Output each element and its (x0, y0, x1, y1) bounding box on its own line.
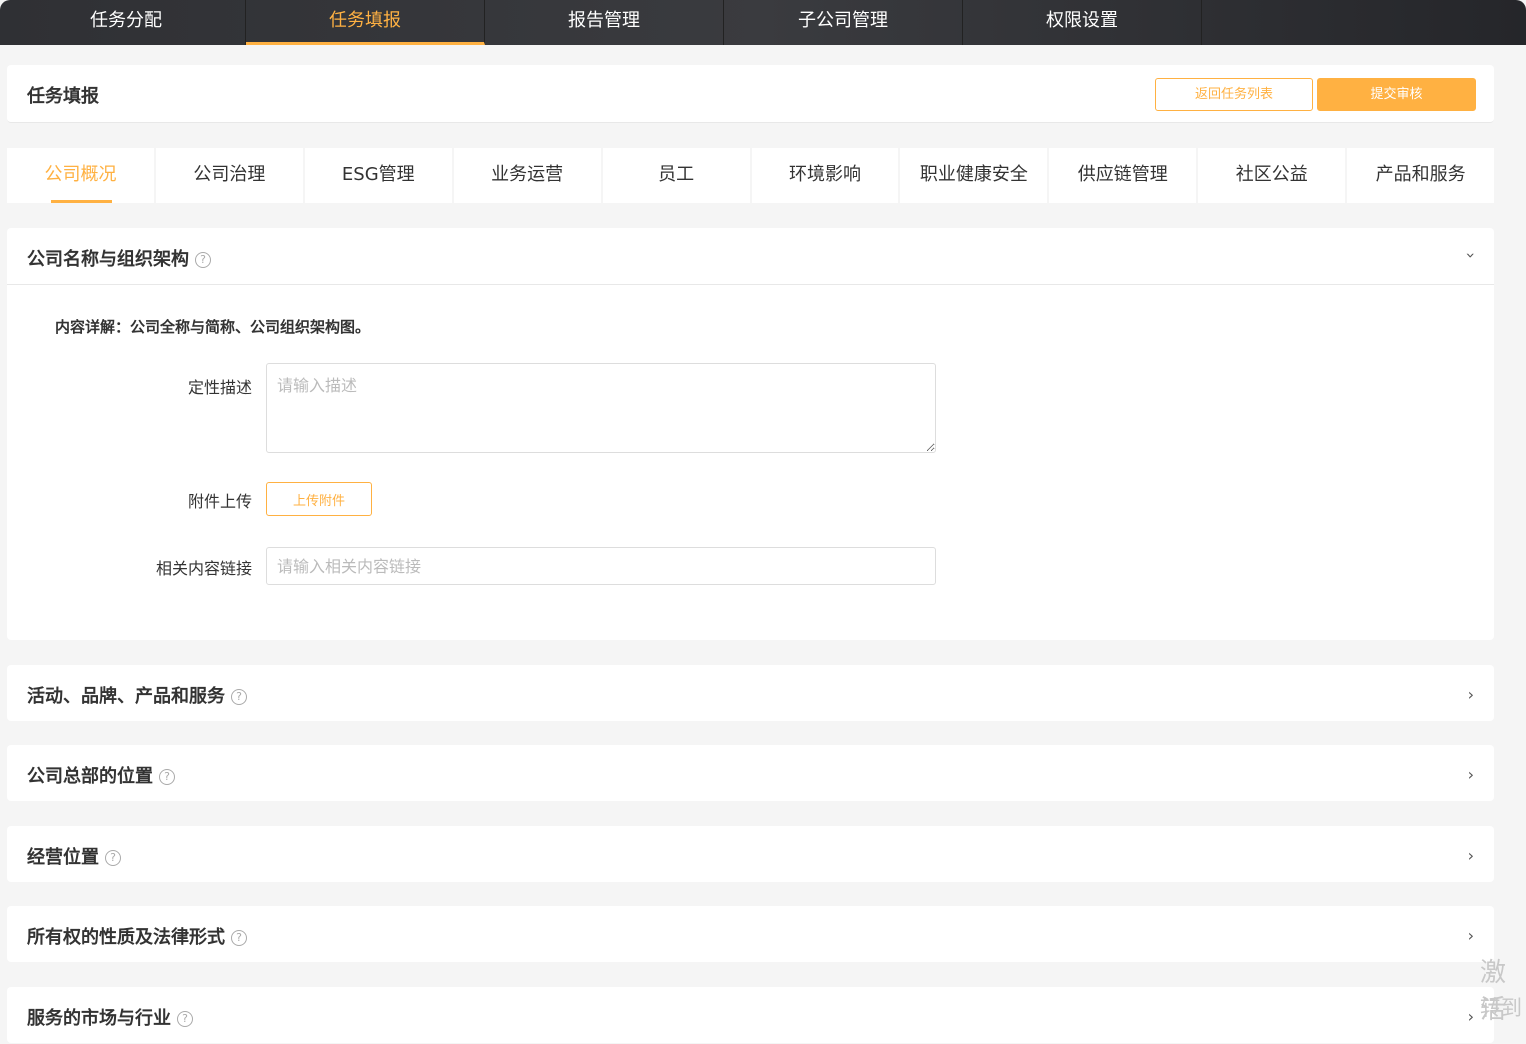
chevron-right-icon[interactable]: › (1468, 765, 1474, 784)
tab-environment[interactable]: 环境影响 (752, 148, 901, 203)
link-input[interactable] (266, 547, 936, 585)
tab-governance[interactable]: 公司治理 (156, 148, 305, 203)
section-title: 服务的市场与行业 (27, 1008, 171, 1029)
section-header[interactable]: 公司名称与组织架构? › (7, 228, 1494, 285)
tab-overview[interactable]: 公司概况 (7, 148, 156, 203)
tab-community[interactable]: 社区公益 (1198, 148, 1348, 203)
section-company-name: 公司名称与组织架构? › 内容详解：公司全称与简称、公司组织架构图。 定性描述 … (7, 228, 1494, 640)
help-icon[interactable]: ? (231, 689, 247, 705)
help-icon[interactable]: ? (195, 252, 211, 268)
section-title: 公司名称与组织架构 (27, 249, 189, 270)
help-icon[interactable]: ? (177, 1011, 193, 1027)
nav-subsidiary[interactable]: 子公司管理 (724, 0, 963, 45)
tab-operations[interactable]: 业务运营 (454, 148, 603, 203)
chevron-right-icon[interactable]: › (1468, 685, 1474, 704)
link-label: 相关内容链接 (155, 559, 252, 578)
description-textarea[interactable] (266, 363, 936, 453)
page-header: 任务填报 返回任务列表 提交审核 (7, 65, 1494, 123)
tab-products[interactable]: 产品和服务 (1347, 148, 1494, 203)
nav-task-fill[interactable]: 任务填报 (246, 0, 485, 45)
section-title: 公司总部的位置 (27, 766, 153, 787)
content-detail: 内容详解：公司全称与简称、公司组织架构图。 (55, 318, 371, 336)
section-locations[interactable]: 经营位置? › (7, 826, 1494, 882)
help-icon[interactable]: ? (159, 769, 175, 785)
top-nav: 任务分配 任务填报 报告管理 子公司管理 权限设置 (0, 0, 1526, 45)
nav-report[interactable]: 报告管理 (485, 0, 724, 45)
nav-permission[interactable]: 权限设置 (963, 0, 1202, 45)
desc-label: 定性描述 (187, 378, 252, 397)
chevron-right-icon[interactable]: › (1468, 926, 1474, 945)
tab-employees[interactable]: 员工 (603, 148, 752, 203)
chevron-right-icon[interactable]: › (1468, 1007, 1474, 1026)
section-hq[interactable]: 公司总部的位置? › (7, 745, 1494, 801)
section-title: 经营位置 (27, 847, 99, 868)
section-markets[interactable]: 服务的市场与行业? › (7, 987, 1494, 1043)
watermark-line-2: 转到 (1480, 996, 1522, 1020)
attach-label: 附件上传 (187, 492, 252, 511)
category-tabs: 公司概况 公司治理 ESG管理 业务运营 员工 环境影响 职业健康安全 供应链管… (7, 148, 1494, 203)
back-button[interactable]: 返回任务列表 (1155, 78, 1313, 111)
tab-esg[interactable]: ESG管理 (305, 148, 454, 203)
help-icon[interactable]: ? (231, 930, 247, 946)
page-title: 任务填报 (27, 86, 99, 107)
nav-task-assign[interactable]: 任务分配 (7, 0, 246, 45)
chevron-down-icon[interactable]: › (1461, 252, 1480, 258)
help-icon[interactable]: ? (105, 850, 121, 866)
section-title: 所有权的性质及法律形式 (27, 927, 225, 948)
section-title: 活动、品牌、产品和服务 (27, 686, 225, 707)
section-ownership[interactable]: 所有权的性质及法律形式? › (7, 906, 1494, 962)
tab-ohs[interactable]: 职业健康安全 (900, 148, 1050, 203)
submit-button[interactable]: 提交审核 (1317, 78, 1476, 111)
upload-button[interactable]: 上传附件 (266, 482, 372, 516)
chevron-right-icon[interactable]: › (1468, 846, 1474, 865)
tab-supply-chain[interactable]: 供应链管理 (1049, 148, 1199, 203)
section-activities[interactable]: 活动、品牌、产品和服务? › (7, 665, 1494, 721)
